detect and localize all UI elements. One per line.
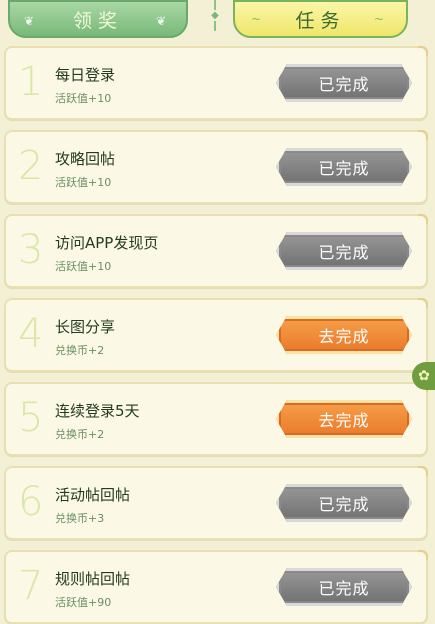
flower-icon[interactable]: ✿ (412, 362, 435, 390)
task-go-complete-button[interactable]: 去完成 (276, 400, 412, 438)
tab-bar: ❦ 领奖 ❦ ◆ ~ 任务 ~ (0, 0, 435, 42)
tab-task[interactable]: ~ 任务 ~ (233, 0, 408, 38)
task-number: 6 (18, 479, 44, 525)
task-number: 7 (18, 563, 44, 609)
leaf-ornament-icon: ~ (251, 12, 268, 26)
task-title: 连续登录5天 (55, 402, 140, 420)
task-number: 5 (18, 395, 44, 441)
task-status-button[interactable]: 已完成 (276, 232, 412, 270)
task-card: 6 活动帖回帖 兑换币+3 已完成 (4, 466, 428, 540)
tab-task-label: 任务 (295, 9, 346, 32)
task-reward: 兑换币+2 (55, 344, 105, 357)
task-card: 7 规则帖回帖 活跃值+90 已完成 (4, 550, 428, 624)
task-title: 攻略回帖 (55, 150, 116, 168)
task-status-button[interactable]: 已完成 (276, 568, 412, 606)
task-reward: 活跃值+10 (55, 92, 112, 105)
task-card: 3 访问APP发现页 活跃值+10 已完成 (4, 214, 428, 288)
task-title: 每日登录 (55, 66, 116, 84)
task-reward: 兑换币+2 (55, 428, 105, 441)
task-status-button[interactable]: 已完成 (276, 148, 412, 186)
task-card: 5 连续登录5天 兑换币+2 去完成 (4, 382, 428, 456)
tab-divider-ornament-icon: ◆ (209, 0, 221, 40)
task-card: 1 每日登录 活跃值+10 已完成 (4, 46, 428, 120)
task-card: 4 长图分享 兑换币+2 去完成 (4, 298, 428, 372)
task-number: 3 (18, 227, 44, 273)
task-go-complete-button[interactable]: 去完成 (276, 316, 412, 354)
task-reward: 活跃值+10 (55, 176, 112, 189)
leaf-ornament-icon: ❦ (155, 14, 172, 28)
task-reward: 活跃值+10 (55, 260, 112, 273)
task-number: 1 (18, 59, 44, 105)
task-reward: 兑换币+3 (55, 512, 105, 525)
task-reward: 活跃值+90 (55, 596, 112, 609)
task-number: 2 (18, 143, 44, 189)
task-title: 规则帖回帖 (55, 570, 131, 588)
leaf-ornament-icon: ~ (373, 12, 390, 26)
task-status-button[interactable]: 已完成 (276, 64, 412, 102)
task-title: 活动帖回帖 (55, 486, 131, 504)
task-title: 长图分享 (55, 318, 116, 336)
task-title: 访问APP发现页 (55, 234, 159, 252)
tab-claim-label: 领奖 (72, 9, 123, 32)
task-status-button[interactable]: 已完成 (276, 484, 412, 522)
tab-claim[interactable]: ❦ 领奖 ❦ (8, 0, 188, 38)
task-card: 2 攻略回帖 活跃值+10 已完成 (4, 130, 428, 204)
task-number: 4 (18, 311, 44, 357)
leaf-ornament-icon: ❦ (24, 14, 41, 28)
